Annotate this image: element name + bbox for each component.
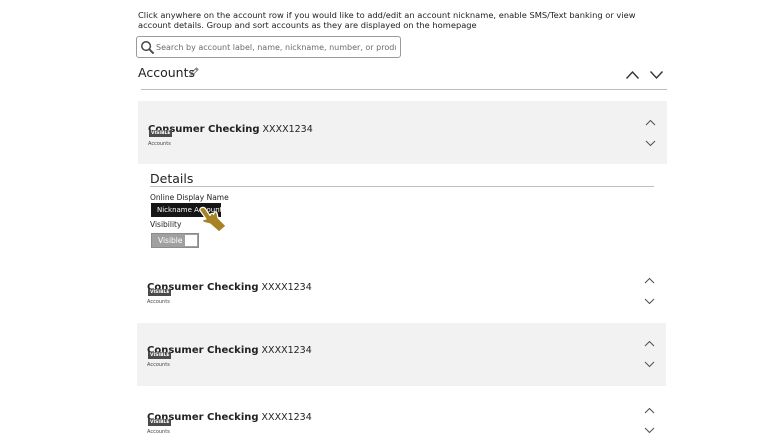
move-up-chevron-icon[interactable]: [645, 119, 656, 126]
accounts-title: Accounts: [138, 65, 195, 80]
search-input[interactable]: [156, 40, 396, 55]
account-group-label: Accounts: [148, 141, 171, 147]
move-down-chevron-icon[interactable]: [645, 140, 656, 147]
account-number: XXXX1234: [261, 282, 312, 293]
move-up-chevron-icon[interactable]: [644, 277, 655, 284]
toggle-knob: [185, 235, 197, 246]
account-row[interactable]: Consumer Checking XXXX1234 VISIBLE Accoun…: [138, 101, 667, 164]
account-number: XXXX1234: [262, 124, 313, 135]
move-up-chevron-icon[interactable]: [644, 340, 655, 347]
visibility-badge: VISIBLE: [148, 419, 172, 426]
move-up-chevron-icon[interactable]: [644, 407, 655, 414]
search-icon: [141, 41, 155, 55]
sort-up-chevron-icon[interactable]: [625, 70, 640, 80]
instructions-text: Click anywhere on the account row if you…: [138, 10, 636, 30]
account-group-label: Accounts: [147, 299, 170, 305]
visibility-toggle-text: Visible: [158, 236, 183, 245]
account-row[interactable]: Consumer Checking XXXX1234 VISIBLE Accoun…: [137, 260, 666, 320]
visibility-label: Visibility: [150, 220, 182, 229]
account-number: XXXX1234: [261, 345, 312, 356]
account-row[interactable]: Consumer Checking XXXX1234 VISIBLE Accoun…: [137, 323, 666, 386]
pencil-icon[interactable]: [189, 66, 200, 77]
account-group-label: Accounts: [147, 362, 170, 368]
move-down-chevron-icon[interactable]: [644, 361, 655, 368]
visibility-toggle[interactable]: Visible: [151, 233, 199, 248]
details-title: Details: [150, 171, 194, 186]
visibility-badge: VISIBLE: [148, 352, 172, 359]
account-group-label: Accounts: [147, 429, 170, 435]
pointer-hand-icon: [199, 206, 227, 233]
visibility-badge: VISIBLE: [148, 289, 172, 296]
details-divider: [150, 186, 654, 187]
account-row[interactable]: Consumer Checking XXXX1234 VISIBLE Accoun…: [137, 390, 666, 435]
visibility-badge: VISIBLE: [149, 130, 173, 137]
move-down-chevron-icon[interactable]: [644, 298, 655, 305]
accounts-divider: [141, 89, 667, 90]
account-number: XXXX1234: [261, 412, 312, 423]
move-down-chevron-icon[interactable]: [644, 427, 655, 434]
online-display-name-label: Online Display Name: [150, 193, 229, 202]
sort-down-chevron-icon[interactable]: [649, 70, 664, 80]
account-search-box[interactable]: [136, 36, 401, 58]
